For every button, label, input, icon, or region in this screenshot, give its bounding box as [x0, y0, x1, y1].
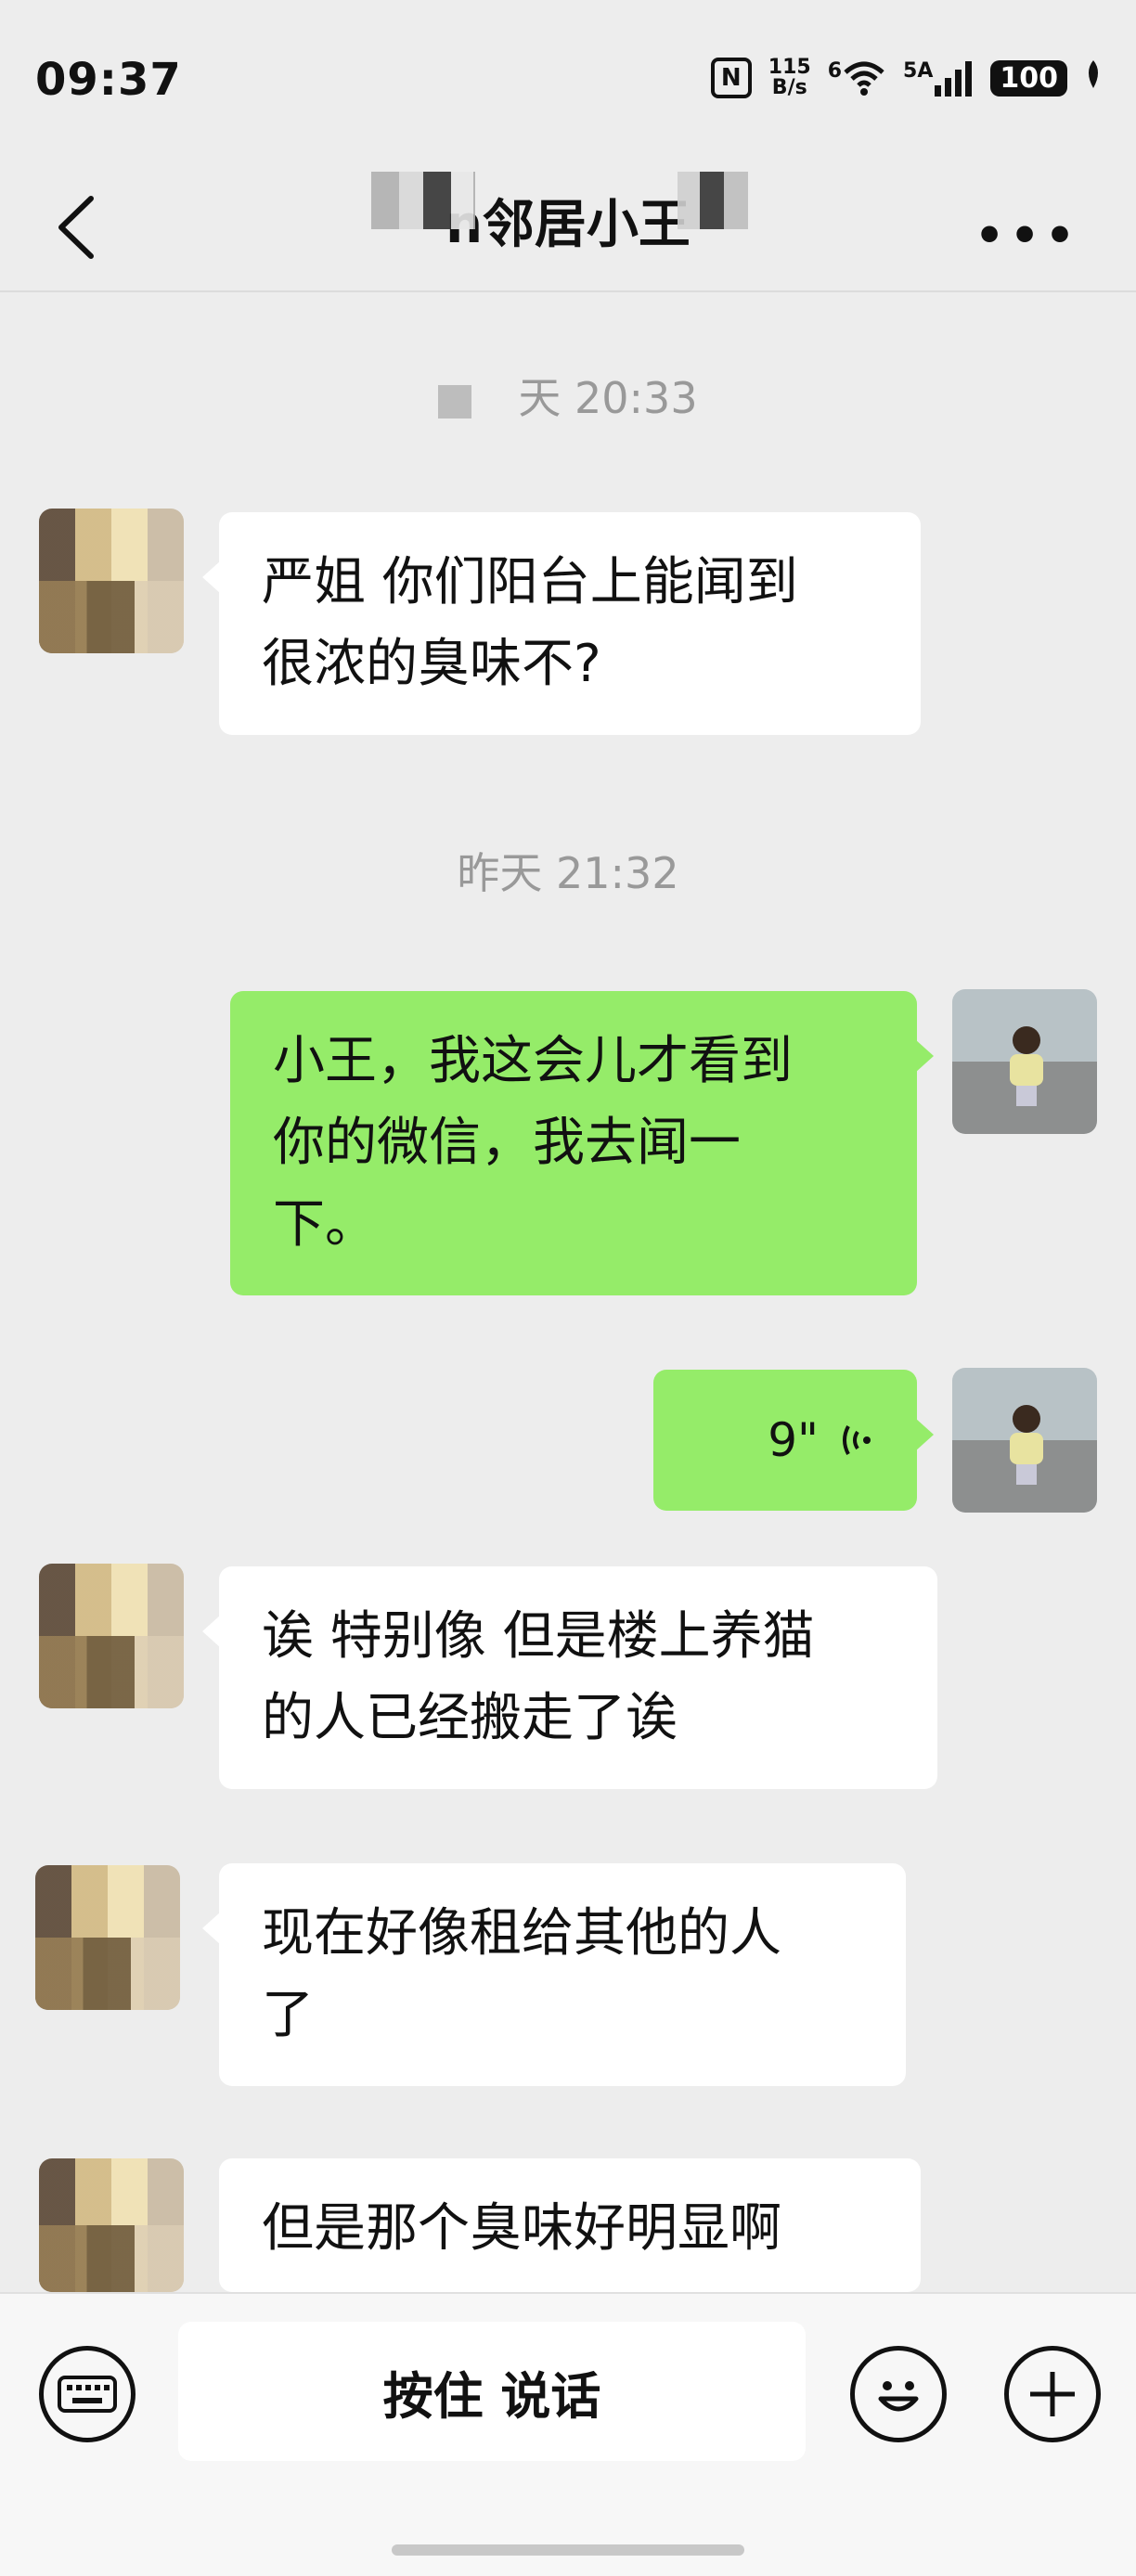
- avatar-photo: [1010, 1405, 1043, 1485]
- avatar-photo: [1010, 1026, 1043, 1106]
- status-time: 09:37: [35, 54, 182, 106]
- contact-avatar[interactable]: [39, 2158, 184, 2292]
- outgoing-message[interactable]: 小王，我这会儿才看到 你的微信，我去闻一 下。: [230, 991, 934, 1295]
- battery-icon: 100: [990, 59, 1067, 97]
- emoji-icon: [878, 2381, 919, 2412]
- timestamp-text: 天 20:33: [518, 373, 698, 423]
- speed-value: 115: [768, 56, 811, 79]
- contact-avatar[interactable]: [39, 1564, 184, 1708]
- plus-button[interactable]: [1004, 2346, 1101, 2442]
- chat-title: n邻居小王: [445, 195, 691, 255]
- speed-unit: B/s: [771, 76, 807, 99]
- keyboard-icon: [58, 2376, 117, 2413]
- title-mosaic: [678, 172, 748, 229]
- more-button[interactable]: •••: [975, 209, 1080, 263]
- incoming-message[interactable]: 现在好像租给其他的人 了: [202, 1863, 906, 2086]
- title-mosaic: [371, 172, 475, 229]
- my-avatar[interactable]: [952, 989, 1097, 1134]
- chat-header: n邻居小王 •••: [0, 162, 1136, 292]
- plus-icon: [1030, 2372, 1075, 2416]
- wifi-icon: 6: [828, 59, 886, 97]
- signal-icon: 5A: [903, 59, 974, 97]
- nfc-icon: N: [710, 58, 752, 98]
- timestamp-mosaic: [438, 384, 472, 419]
- signal-label: 5A: [903, 59, 934, 83]
- status-icons: N 115 B/s 6 5A 100: [710, 58, 1103, 98]
- emoji-button[interactable]: [850, 2346, 947, 2442]
- incoming-message[interactable]: 严姐 你们阳台上能闻到 很浓的臭味不?: [202, 512, 921, 735]
- timestamp: 昨天 21:32: [457, 848, 679, 898]
- input-bar: 按住 说话: [0, 2292, 1136, 2576]
- status-bar: 09:37 N 115 B/s 6 5A 100: [0, 0, 1136, 162]
- keyboard-button[interactable]: [39, 2346, 136, 2442]
- voice-duration: 9": [768, 1413, 819, 1467]
- leaf-icon: [1084, 58, 1103, 97]
- wifi-label: 6: [827, 59, 843, 83]
- contact-avatar[interactable]: [39, 509, 184, 653]
- incoming-message[interactable]: 诶 特别像 但是楼上养猫 的人已经搬走了诶: [202, 1566, 937, 1789]
- voice-message[interactable]: 9": [653, 1370, 934, 1511]
- timestamp: 天 20:33: [0, 365, 1136, 426]
- incoming-message[interactable]: 但是那个臭味好明显啊: [219, 2158, 921, 2292]
- contact-avatar[interactable]: [35, 1865, 180, 2010]
- network-speed: 115 B/s: [768, 58, 811, 98]
- hold-to-talk-button[interactable]: 按住 说话: [178, 2322, 806, 2461]
- home-indicator[interactable]: [392, 2544, 744, 2556]
- my-avatar[interactable]: [952, 1368, 1097, 1513]
- voice-wave-icon: [843, 1425, 871, 1455]
